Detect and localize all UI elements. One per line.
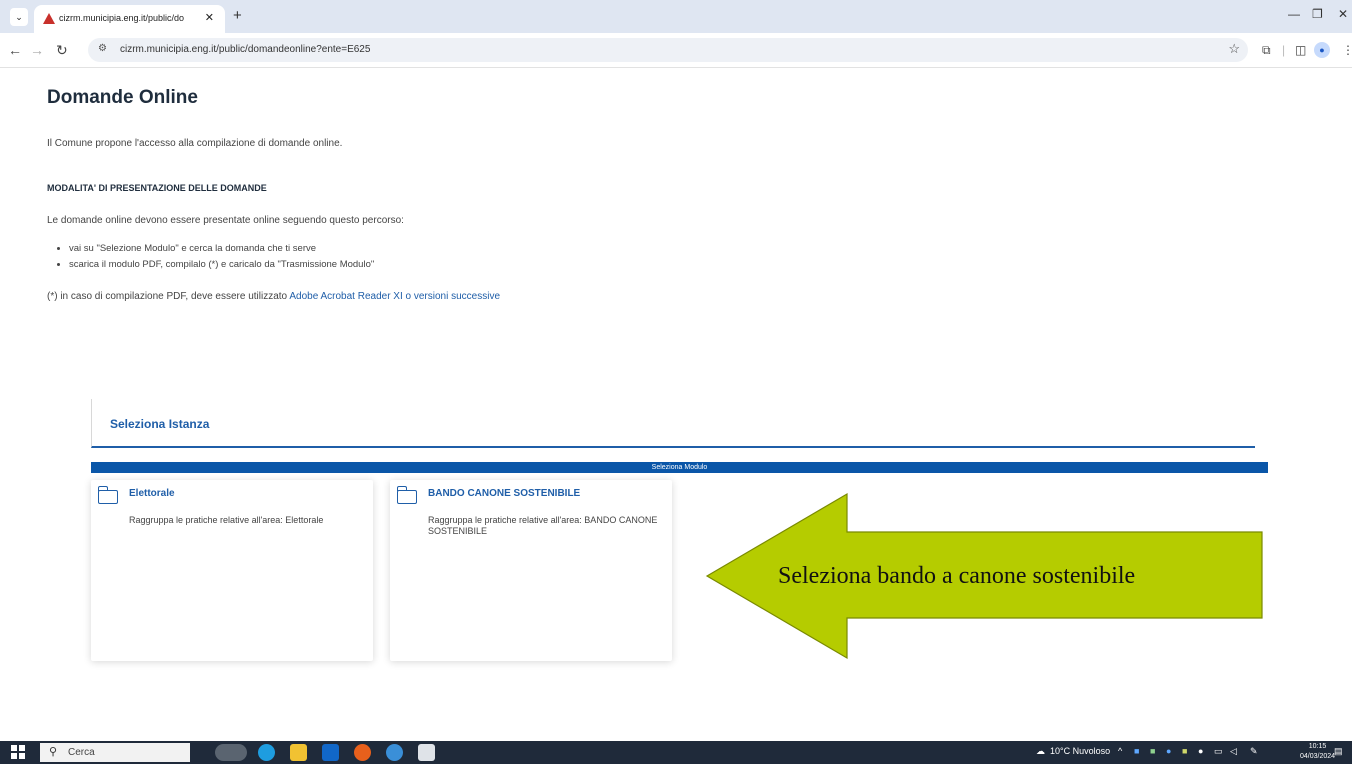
tray-overflow-icon[interactable]: ^: [1118, 746, 1122, 756]
volume-icon[interactable]: ◁: [1230, 746, 1237, 757]
site-favicon-icon: [43, 13, 55, 24]
pdf-note: (*) in caso di compilazione PDF, deve es…: [47, 291, 500, 302]
toolbar-divider: |: [1282, 43, 1286, 57]
list-item: vai su "Selezione Modulo" e cerca la dom…: [69, 241, 374, 257]
forward-icon[interactable]: →: [30, 42, 44, 58]
window-close-icon[interactable]: ✕: [1338, 7, 1348, 21]
chrome-icon[interactable]: [386, 744, 403, 761]
tray-app-icon[interactable]: ●: [1166, 746, 1171, 756]
card-description: Raggruppa le pratiche relative all'area:…: [129, 515, 324, 525]
restore-icon[interactable]: ❐: [1312, 7, 1323, 21]
note-text: (*) in caso di compilazione PDF, deve es…: [47, 291, 290, 302]
start-windows-icon[interactable]: [11, 745, 25, 759]
document-app-icon[interactable]: [418, 744, 435, 761]
istanza-label: Seleziona Istanza: [110, 417, 210, 431]
card-description: Raggruppa le pratiche relative all'area:…: [428, 515, 658, 536]
bookmark-star-icon[interactable]: ☆: [1228, 41, 1240, 57]
modalita-heading: MODALITA' DI PRESENTAZIONE DELLE DOMANDE: [47, 183, 267, 193]
search-icon: ⚲: [49, 746, 58, 758]
back-icon[interactable]: ←: [8, 42, 22, 58]
address-bar[interactable]: ⚙ cizrm.municipia.eng.it/public/domandeo…: [88, 38, 1248, 62]
profile-avatar-icon[interactable]: ●: [1314, 42, 1330, 58]
network-icon[interactable]: ▭: [1214, 746, 1223, 757]
tray-app-icon[interactable]: ■: [1134, 746, 1139, 756]
tray-app-icon[interactable]: ■: [1150, 746, 1155, 756]
firefox-icon[interactable]: [354, 744, 371, 761]
url-text: cizrm.municipia.eng.it/public/domandeonl…: [120, 44, 371, 55]
intro-text: Il Comune propone l'accesso alla compila…: [47, 138, 343, 149]
reload-icon[interactable]: ↻: [56, 42, 68, 59]
taskbar-widget-icon[interactable]: [215, 744, 247, 761]
extensions-icon[interactable]: ⧉: [1262, 43, 1271, 58]
new-tab-icon[interactable]: +: [233, 7, 242, 24]
steps-list: vai su "Selezione Modulo" e cerca la dom…: [57, 241, 374, 273]
site-info-icon[interactable]: ⚙: [98, 43, 107, 54]
browser-tab-bar: ⌄ cizrm.municipia.eng.it/public/do ✕ + —…: [0, 0, 1352, 33]
tab-close-icon[interactable]: ✕: [205, 11, 214, 24]
card-elettorale[interactable]: Elettorale Raggruppa le pratiche relativ…: [91, 480, 373, 661]
browser-tab[interactable]: cizrm.municipia.eng.it/public/do ✕: [34, 5, 225, 33]
side-panel-icon[interactable]: ◫: [1295, 43, 1306, 57]
path-text: Le domande online devono essere presenta…: [47, 215, 404, 226]
file-explorer-icon[interactable]: [290, 744, 307, 761]
tab-search-dropdown-icon[interactable]: ⌄: [10, 8, 28, 26]
windows-taskbar: ⚲ Cerca ☁ 10°C Nuvoloso ^ ■ ■ ● ■ ● ▭ ◁ …: [0, 741, 1352, 764]
card-title[interactable]: BANDO CANONE SOSTENIBILE: [428, 488, 580, 499]
notifications-icon[interactable]: ▤: [1334, 746, 1343, 757]
clock-date: 04/03/2024: [1300, 753, 1336, 760]
card-title[interactable]: Elettorale: [129, 488, 175, 499]
taskbar-search[interactable]: ⚲ Cerca: [40, 743, 190, 762]
browser-toolbar: ← → ↻ ⚙ cizrm.municipia.eng.it/public/do…: [0, 33, 1352, 68]
tray-app-icon[interactable]: ●: [1198, 746, 1203, 756]
outlook-icon[interactable]: [322, 744, 339, 761]
modulo-bar: Seleziona Modulo: [91, 462, 1268, 473]
tab-title: cizrm.municipia.eng.it/public/do: [59, 13, 185, 23]
page-title: Domande Online: [47, 87, 198, 108]
callout-text: Seleziona bando a canone sostenibile: [778, 563, 1136, 589]
weather-text[interactable]: 10°C Nuvoloso: [1050, 746, 1110, 756]
taskbar-clock[interactable]: 10:15 04/03/2024: [1300, 742, 1335, 762]
search-placeholder: Cerca: [68, 747, 95, 758]
acrobat-link[interactable]: Adobe Acrobat Reader XI o versioni succe…: [289, 291, 500, 302]
list-item: scarica il modulo PDF, compilalo (*) e c…: [69, 257, 374, 273]
istanza-tab[interactable]: Seleziona Istanza: [91, 399, 1255, 448]
folder-icon: [396, 486, 417, 504]
clock-time: 10:15: [1308, 743, 1327, 750]
weather-icon: ☁: [1036, 746, 1045, 756]
pen-icon[interactable]: ✎: [1250, 746, 1258, 757]
card-bando-canone[interactable]: BANDO CANONE SOSTENIBILE Raggruppa le pr…: [390, 480, 672, 661]
menu-icon[interactable]: ⋮: [1342, 43, 1352, 57]
minimize-icon[interactable]: —: [1288, 7, 1300, 21]
tray-app-icon[interactable]: ■: [1182, 746, 1187, 756]
folder-icon: [97, 486, 118, 504]
edge-icon[interactable]: [258, 744, 275, 761]
